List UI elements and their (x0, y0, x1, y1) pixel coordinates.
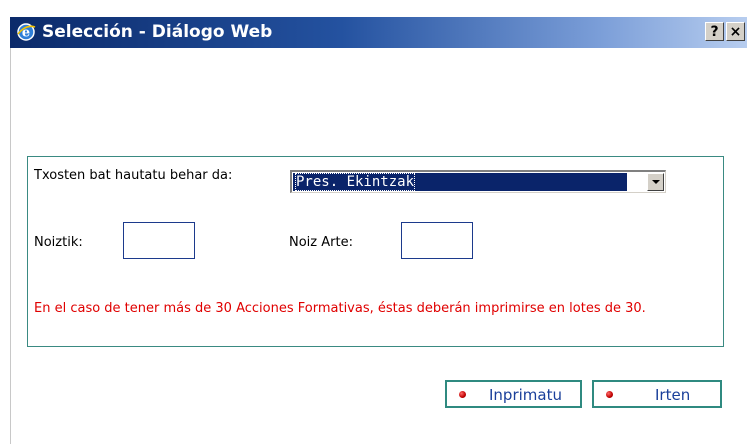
bullet-icon (459, 391, 466, 398)
window-title: Selección - Diálogo Web (42, 22, 273, 42)
exit-button[interactable]: Irten (592, 380, 722, 408)
report-select[interactable]: Pres. Ekintzak (290, 170, 666, 193)
print-button-label: Inprimatu (489, 386, 562, 404)
to-date-input[interactable] (401, 222, 473, 259)
report-select-label: Txosten bat hautatu behar da: (34, 168, 233, 183)
report-select-value: Pres. Ekintzak (293, 173, 627, 191)
exit-button-label: Irten (655, 386, 691, 404)
from-date-input[interactable] (123, 222, 195, 259)
print-button[interactable]: Inprimatu (445, 380, 582, 408)
chevron-down-icon[interactable] (647, 173, 664, 191)
batch-print-notice: En el caso de tener más de 30 Acciones F… (34, 301, 646, 316)
help-button[interactable]: ? (705, 22, 724, 41)
bullet-icon (606, 391, 613, 398)
title-bar[interactable]: e Selección - Diálogo Web ? × (10, 17, 747, 48)
close-button[interactable]: × (726, 22, 745, 41)
to-date-label: Noiz Arte: (289, 235, 353, 250)
from-date-label: Noiztik: (34, 235, 83, 250)
internet-explorer-icon: e (17, 23, 36, 41)
